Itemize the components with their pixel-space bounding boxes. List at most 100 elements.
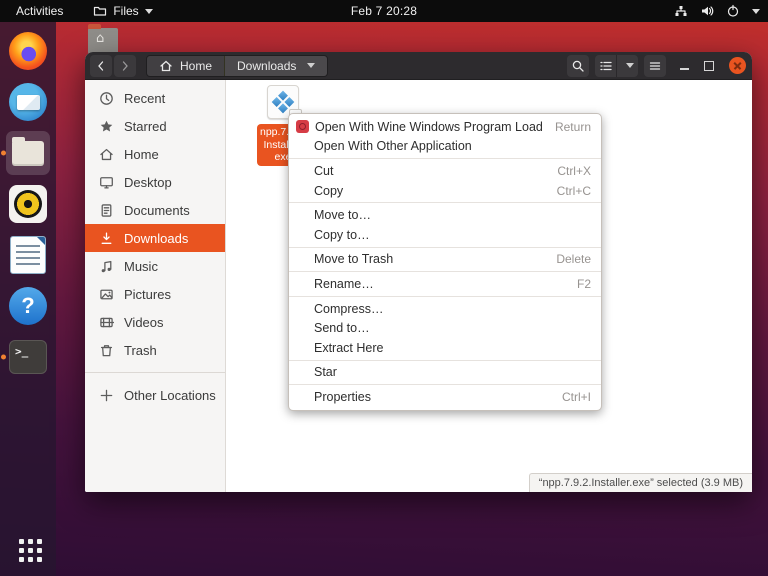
home-icon: [159, 59, 173, 73]
plus-icon: [99, 388, 114, 403]
menu-item-label: Extract Here: [314, 341, 591, 355]
menu-item-shortcut: F2: [577, 277, 591, 291]
menu-item-move-to-trash[interactable]: Move to Trash Delete: [289, 250, 601, 270]
sidebar-item-other-locations[interactable]: Other Locations: [85, 381, 225, 409]
sidebar-item-label: Pictures: [124, 287, 171, 302]
caret-down-icon: [752, 9, 760, 14]
sidebar-item-documents[interactable]: Documents: [85, 196, 225, 224]
menu-item-label: Send to…: [314, 321, 591, 335]
dock-item-thunderbird[interactable]: [6, 80, 50, 124]
list-view-icon: [599, 59, 613, 73]
sidebar-item-music[interactable]: Music: [85, 252, 225, 280]
menu-item-shortcut: Ctrl+X: [557, 164, 591, 178]
menu-item-label: Copy to…: [314, 228, 591, 242]
selection-status-text: “npp.7.9.2.Installer.exe” selected (3.9 …: [539, 477, 743, 489]
sidebar-item-label: Trash: [124, 343, 157, 358]
chevron-right-icon: [118, 59, 132, 73]
menu-item-label: Copy: [314, 184, 545, 198]
wine-app-icon: [296, 120, 309, 133]
network-icon: [674, 4, 688, 18]
dock-item-firefox[interactable]: [6, 29, 50, 73]
menu-item-rename[interactable]: Rename… F2: [289, 274, 601, 294]
menu-item-star[interactable]: Star: [289, 363, 601, 383]
window-menu-button[interactable]: [644, 55, 666, 77]
menu-item-shortcut: Ctrl+C: [557, 184, 591, 198]
menu-item-send-to[interactable]: Send to…: [289, 318, 601, 338]
desktop-home-folder-icon[interactable]: [88, 28, 118, 54]
sidebar-item-pictures[interactable]: Pictures: [85, 280, 225, 308]
dock-item-rhythmbox[interactable]: [6, 182, 50, 226]
header-bar[interactable]: Home Downloads: [85, 52, 752, 80]
sidebar-item-recent[interactable]: Recent: [85, 84, 225, 112]
caret-down-icon: [626, 63, 634, 68]
menu-item-label: Open With Other Application: [314, 139, 591, 153]
menu-item-extract-here[interactable]: Extract Here: [289, 338, 601, 358]
sidebar-item-label: Documents: [124, 203, 190, 218]
sidebar-item-label: Home: [124, 147, 159, 162]
close-button[interactable]: [729, 57, 746, 74]
rhythmbox-icon: [9, 185, 47, 223]
menu-separator: [289, 202, 601, 203]
path-segment-downloads[interactable]: Downloads: [224, 56, 327, 76]
menu-item-shortcut: Return: [555, 120, 591, 134]
help-icon: [9, 287, 47, 325]
sidebar-item-starred[interactable]: Starred: [85, 112, 225, 140]
menu-item-compress[interactable]: Compress…: [289, 299, 601, 319]
running-indicator: [1, 355, 6, 360]
videos-icon: [99, 315, 114, 330]
status-bar: “npp.7.9.2.Installer.exe” selected (3.9 …: [529, 473, 752, 492]
view-options-button[interactable]: [616, 55, 638, 77]
menu-item-label: Open With Wine Windows Program Loader: [315, 120, 543, 134]
menu-separator: [289, 296, 601, 297]
search-button[interactable]: [567, 55, 589, 77]
clock[interactable]: Feb 7 20:28: [351, 4, 417, 18]
forward-button[interactable]: [114, 55, 136, 77]
sidebar-item-label: Other Locations: [124, 388, 216, 403]
menu-separator: [289, 158, 601, 159]
show-applications-button[interactable]: [6, 526, 50, 570]
menu-item-cut[interactable]: Cut Ctrl+X: [289, 161, 601, 181]
menu-item-open-with-other[interactable]: Open With Other Application: [289, 137, 601, 157]
sidebar-item-trash[interactable]: Trash: [85, 336, 225, 364]
minimize-button[interactable]: [680, 68, 689, 70]
menu-item-label: Properties: [314, 390, 550, 404]
dock-item-files[interactable]: [6, 131, 50, 175]
firefox-icon: [9, 32, 47, 70]
app-menu[interactable]: Files: [93, 4, 152, 18]
maximize-button[interactable]: [704, 61, 714, 71]
menu-separator: [289, 271, 601, 272]
sidebar-item-home[interactable]: Home: [85, 140, 225, 168]
back-button[interactable]: [90, 55, 112, 77]
files-icon: [12, 141, 44, 166]
menu-item-move-to[interactable]: Move to…: [289, 205, 601, 225]
sidebar-item-label: Videos: [124, 315, 164, 330]
sidebar-item-videos[interactable]: Videos: [85, 308, 225, 336]
app-menu-label: Files: [113, 4, 138, 18]
caret-down-icon: [307, 63, 315, 68]
sidebar-item-label: Downloads: [124, 231, 188, 246]
path-segment-home[interactable]: Home: [147, 56, 224, 76]
hamburger-icon: [648, 59, 662, 73]
system-tray[interactable]: [674, 4, 760, 18]
activities-button[interactable]: Activities: [12, 4, 67, 18]
apps-grid-icon: [19, 539, 24, 544]
sidebar-item-label: Music: [124, 259, 158, 274]
menu-item-shortcut: Ctrl+I: [562, 390, 591, 404]
menu-item-properties[interactable]: Properties Ctrl+I: [289, 387, 601, 407]
list-view-button[interactable]: [595, 55, 616, 77]
running-indicator: [1, 151, 6, 156]
dock-item-help[interactable]: [6, 284, 50, 328]
menu-item-open-with-wine[interactable]: Open With Wine Windows Program Loader Re…: [289, 117, 601, 137]
folder-icon: [93, 4, 107, 18]
dock-item-terminal[interactable]: [6, 335, 50, 379]
dock-item-libreoffice-writer[interactable]: [6, 233, 50, 277]
volume-icon: [700, 4, 714, 18]
path-bar: Home Downloads: [146, 55, 328, 77]
menu-item-copy[interactable]: Copy Ctrl+C: [289, 181, 601, 201]
sidebar-item-desktop[interactable]: Desktop: [85, 168, 225, 196]
menu-item-label: Move to Trash: [314, 252, 544, 266]
sidebar-item-downloads[interactable]: Downloads: [85, 224, 225, 252]
menu-item-copy-to[interactable]: Copy to…: [289, 225, 601, 245]
menu-separator: [289, 384, 601, 385]
music-icon: [99, 259, 114, 274]
